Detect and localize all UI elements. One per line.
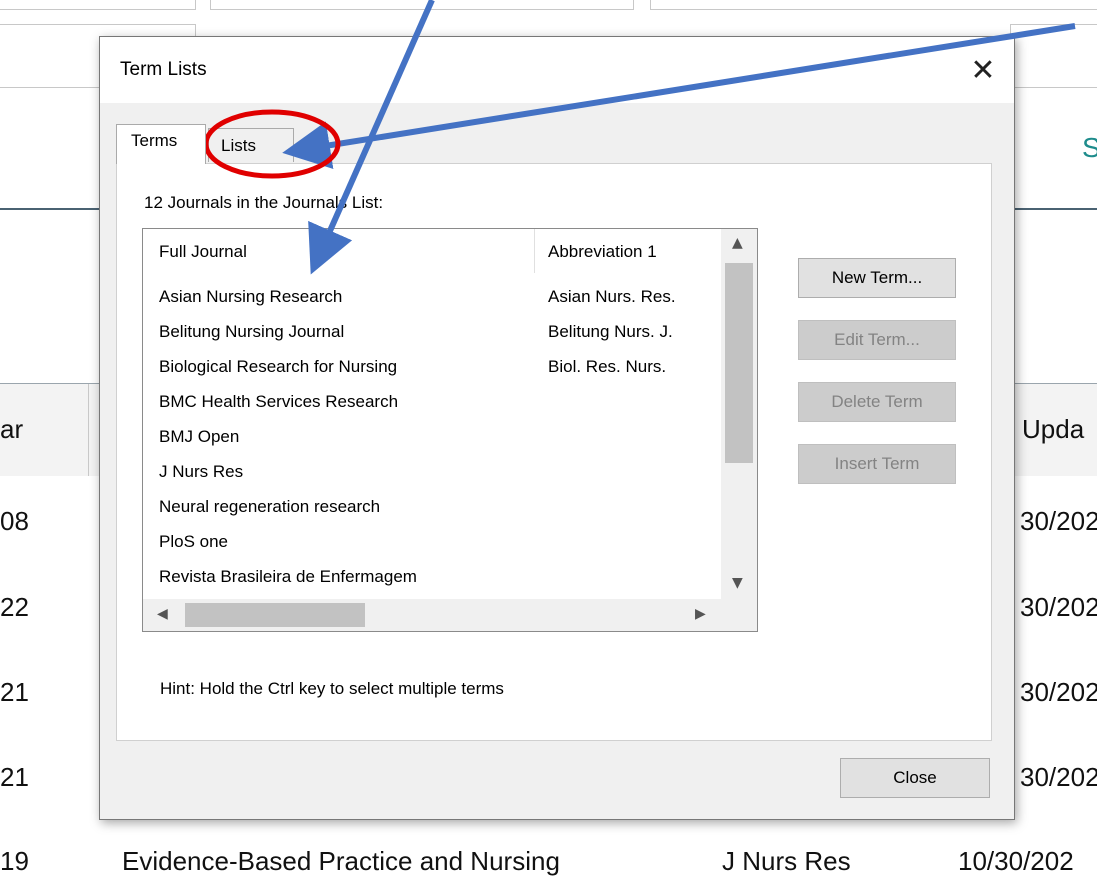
bg-year: 21 [0, 677, 29, 707]
journal-full-name: Revista Brasileira de Enfermagem [159, 567, 417, 586]
scrollbar-corner [721, 599, 757, 631]
dialog-title: Term Lists [120, 59, 207, 80]
close-icon[interactable]: ✕ [952, 37, 1014, 103]
scroll-down-icon[interactable]: ▼ [732, 575, 743, 591]
bg-year: 22 [0, 592, 29, 622]
bg-date: 30/202 [1020, 677, 1097, 707]
journal-rows: Asian Nursing Research Asian Nurs. Res. B… [143, 281, 721, 596]
close-button[interactable]: Close [840, 758, 990, 798]
dialog-titlebar[interactable]: Term Lists ✕ [100, 37, 1014, 103]
bg-year: 08 [0, 506, 29, 536]
bg-cell [1010, 24, 1097, 88]
bg-cell [210, 0, 634, 10]
column-header-abbreviation[interactable]: Abbreviation 1 [536, 229, 720, 273]
bg-date: 10/30/202 [958, 846, 1074, 876]
journal-full-name: Asian Nursing Research [159, 287, 343, 306]
list-item[interactable]: Neural regeneration research [143, 491, 721, 526]
tab-terms[interactable]: Terms [116, 124, 206, 164]
term-lists-dialog: Term Lists ✕ Terms Lists 12 Journals in … [99, 36, 1015, 820]
tab-lists[interactable]: Lists [208, 128, 294, 162]
vertical-scrollbar[interactable]: ▲ ▼ [721, 229, 757, 599]
journal-full-name: Neural regeneration research [159, 497, 381, 516]
journal-abbreviation: Biol. Res. Nurs. [548, 357, 667, 376]
bg-journal-title: Evidence-Based Practice and Nursing [122, 846, 560, 876]
scroll-right-icon[interactable]: ▶ [695, 606, 706, 622]
scroll-up-icon[interactable]: ▲ [732, 235, 743, 251]
list-item[interactable]: Asian Nursing Research Asian Nurs. Res. [143, 281, 721, 316]
vertical-scroll-thumb[interactable] [725, 263, 753, 463]
insert-term-button[interactable]: Insert Term [798, 444, 956, 484]
bg-header-year: ar [0, 414, 24, 444]
list-item[interactable]: BMJ Open [143, 421, 721, 456]
bg-header-updated: Upda [1022, 414, 1085, 444]
journal-full-name: J Nurs Res [159, 462, 244, 481]
bg-journal-abbr: J Nurs Res [722, 846, 851, 876]
delete-term-button[interactable]: Delete Term [798, 382, 956, 422]
bg-cell [650, 0, 1097, 10]
bg-date: 30/202 [1020, 762, 1097, 792]
bg-year: 21 [0, 762, 29, 792]
journal-full-name: Biological Research for Nursing [159, 357, 398, 376]
new-term-button[interactable]: New Term... [798, 258, 956, 298]
bg-divider [0, 208, 100, 210]
list-item[interactable]: J Nurs Res [143, 456, 721, 491]
journal-full-name: PloS one [159, 532, 228, 551]
list-item[interactable]: Revista Brasileira de Enfermagem [143, 561, 721, 596]
scroll-left-icon[interactable]: ◀ [157, 606, 168, 622]
list-item[interactable]: BMC Health Services Research [143, 386, 721, 421]
column-header-full-journal[interactable]: Full Journal [143, 229, 535, 273]
journal-list[interactable]: Full Journal Abbreviation 1 Asian Nursin… [142, 228, 758, 632]
journal-abbreviation: Belitung Nurs. J. [548, 322, 673, 341]
bg-column-divider [88, 384, 89, 476]
journal-count-label: 12 Journals in the Journals List: [144, 193, 384, 212]
horizontal-scrollbar[interactable]: ◀ ▶ [143, 599, 721, 631]
journal-full-name: BMJ Open [159, 427, 240, 446]
horizontal-scroll-thumb[interactable] [185, 603, 365, 627]
journal-full-name: Belitung Nursing Journal [159, 322, 345, 341]
bg-date: 30/202 [1020, 592, 1097, 622]
bg-partial-label: S [1082, 132, 1097, 163]
list-item[interactable]: PloS one [143, 526, 721, 561]
journal-full-name: BMC Health Services Research [159, 392, 399, 411]
list-item[interactable]: Belitung Nursing Journal Belitung Nurs. J… [143, 316, 721, 351]
selection-hint: Hint: Hold the Ctrl key to select multip… [160, 679, 504, 698]
bg-cell [0, 0, 196, 10]
journal-abbreviation: Asian Nurs. Res. [548, 287, 676, 306]
bg-divider [1012, 208, 1097, 210]
list-item[interactable]: Biological Research for Nursing Biol. Res… [143, 351, 721, 386]
bg-date: 30/202 [1020, 506, 1097, 536]
edit-term-button[interactable]: Edit Term... [798, 320, 956, 360]
bg-year: 19 [0, 846, 29, 876]
